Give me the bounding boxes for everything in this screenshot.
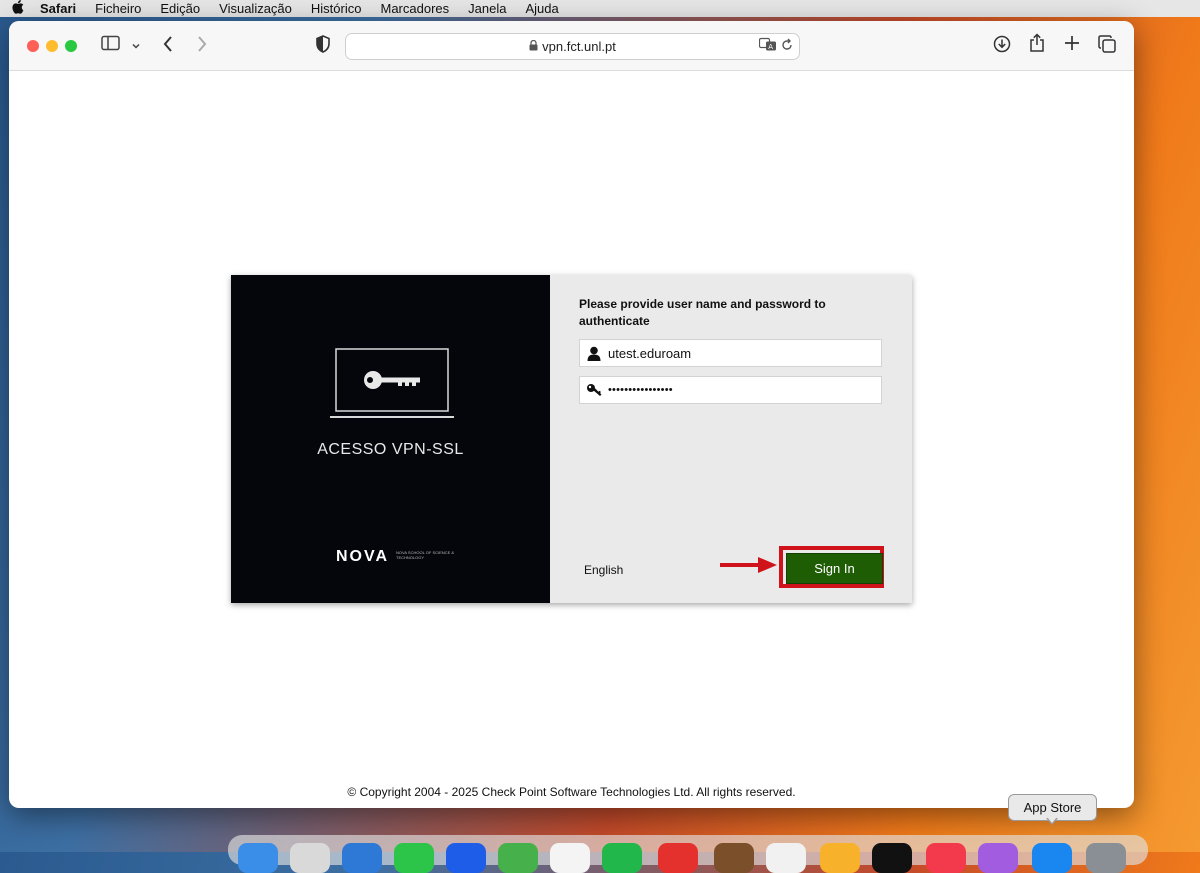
mail-icon[interactable] <box>446 843 486 873</box>
contacts-icon[interactable] <box>714 843 754 873</box>
reminders-icon[interactable] <box>766 843 806 873</box>
menu-janela[interactable]: Janela <box>468 1 506 16</box>
address-bar-actions: A <box>759 37 793 54</box>
sidebar-toggle-icon[interactable] <box>101 35 121 56</box>
back-icon[interactable] <box>162 35 174 58</box>
nova-logo-subtitle: NOVA SCHOOL OF SCIENCE & TECHNOLOGY <box>396 550 455 560</box>
browser-toolbar: vpn.fct.unl.pt A <box>9 21 1134 71</box>
signin-button[interactable]: Sign In <box>786 553 883 584</box>
menu-ajuda[interactable]: Ajuda <box>525 1 558 16</box>
messages-icon[interactable] <box>394 843 434 873</box>
close-window-button[interactable] <box>27 40 39 52</box>
password-value: •••••••••••••••• <box>608 384 673 396</box>
tv-icon[interactable] <box>872 843 912 873</box>
key-icon <box>580 383 608 397</box>
password-field[interactable]: •••••••••••••••• <box>579 376 882 404</box>
dock-tooltip-tail-inner <box>1047 817 1057 823</box>
menu-visualizacao[interactable]: Visualização <box>219 1 292 16</box>
auth-prompt: Please provide user name and password to… <box>579 297 826 328</box>
maps-icon[interactable] <box>498 843 538 873</box>
download-icon[interactable] <box>993 35 1011 58</box>
vpn-title: ACESSO VPN-SSL <box>317 441 464 458</box>
menu-edicao[interactable]: Edição <box>160 1 200 16</box>
menu-app-safari[interactable]: Safari <box>40 1 76 16</box>
notes-icon[interactable] <box>820 843 860 873</box>
facetime-icon[interactable] <box>602 843 642 873</box>
lock-icon <box>529 39 538 54</box>
photos-icon[interactable] <box>550 843 590 873</box>
music-icon[interactable] <box>926 843 966 873</box>
browser-window: vpn.fct.unl.pt A ACESSO VPN-SSL NOVA NOV… <box>9 21 1134 808</box>
menu-ficheiro[interactable]: Ficheiro <box>95 1 141 16</box>
new-tab-icon[interactable] <box>1064 35 1080 56</box>
address-bar[interactable]: vpn.fct.unl.pt A <box>345 33 800 60</box>
copyright-footer: © Copyright 2004 - 2025 Check Point Soft… <box>347 785 796 799</box>
share-icon[interactable] <box>1029 33 1045 58</box>
username-value: utest.eduroam <box>608 345 692 361</box>
menu-marcadores[interactable]: Marcadores <box>380 1 449 16</box>
apple-icon[interactable] <box>12 0 30 17</box>
user-icon <box>580 346 608 361</box>
language-selector[interactable]: English <box>584 563 623 577</box>
zoom-window-button[interactable] <box>65 40 77 52</box>
menu-bar: Safari Ficheiro Edição Visualização Hist… <box>0 0 1200 17</box>
login-card: ACESSO VPN-SSL NOVA NOVA SCHOOL OF SCIEN… <box>231 275 912 603</box>
calendar-icon[interactable] <box>658 843 698 873</box>
privacy-shield-icon[interactable] <box>315 35 331 58</box>
svg-text:A: A <box>769 43 774 51</box>
safari-icon[interactable] <box>342 843 382 873</box>
reload-icon[interactable] <box>781 38 793 54</box>
branding-panel: ACESSO VPN-SSL NOVA NOVA SCHOOL OF SCIEN… <box>231 275 550 603</box>
tab-overview-icon[interactable] <box>1098 35 1116 58</box>
nova-logo: NOVA <box>336 548 390 565</box>
url-text: vpn.fct.unl.pt <box>542 39 616 54</box>
dock <box>228 835 1148 873</box>
app-store-icon[interactable] <box>1032 843 1072 873</box>
laptop-key-icon <box>330 348 454 425</box>
podcasts-icon[interactable] <box>978 843 1018 873</box>
minimize-window-button[interactable] <box>46 40 58 52</box>
username-field[interactable]: utest.eduroam <box>579 339 882 367</box>
system-settings-icon[interactable] <box>1086 843 1126 873</box>
red-arrow-annotation-icon <box>720 557 778 578</box>
forward-icon[interactable] <box>196 35 208 58</box>
translate-icon[interactable]: A <box>759 37 781 54</box>
launchpad-icon[interactable] <box>290 843 330 873</box>
menu-historico[interactable]: Histórico <box>311 1 362 16</box>
credentials-panel: Please provide user name and password to… <box>550 275 912 603</box>
finder-icon[interactable] <box>238 843 278 873</box>
chevron-down-icon[interactable] <box>131 36 141 56</box>
